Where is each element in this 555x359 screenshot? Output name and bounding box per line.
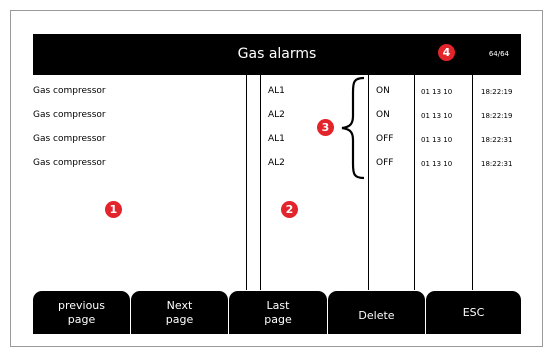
column-divider	[414, 75, 415, 290]
callout-badge: 1	[105, 201, 122, 218]
last-page-label: Last page	[264, 298, 292, 326]
esc-label: ESC	[462, 305, 485, 319]
alarm-name: Gas compressor	[33, 158, 106, 168]
delete-label: Delete	[358, 308, 395, 322]
alarm-name: Gas compressor	[33, 134, 106, 144]
column-divider	[368, 75, 369, 290]
alarm-state: ON	[376, 86, 390, 96]
alarm-date: 01 13 10	[421, 160, 453, 168]
alarm-time: 18:22:19	[481, 88, 513, 96]
column-divider	[246, 75, 247, 290]
delete-button[interactable]: Delete	[328, 291, 425, 334]
previous-page-button[interactable]: previous page	[33, 291, 130, 334]
alarm-date: 01 13 10	[421, 136, 453, 144]
alarm-name: Gas compressor	[33, 110, 106, 120]
alarm-time: 18:22:31	[481, 136, 513, 144]
previous-page-label: previous page	[57, 298, 106, 326]
alarm-date: 01 13 10	[421, 88, 453, 96]
column-divider	[260, 75, 261, 290]
last-page-button[interactable]: Last page	[229, 291, 327, 334]
page-counter: 64/64	[488, 50, 509, 58]
callout-badge: 4	[438, 44, 455, 61]
callout-badge: 3	[317, 119, 334, 136]
next-page-label: Next page	[165, 298, 194, 326]
esc-button[interactable]: ESC	[426, 291, 521, 334]
alarm-date: 01 13 10	[421, 112, 453, 120]
alarm-code: AL1	[268, 134, 285, 144]
alarm-code: AL1	[268, 86, 285, 96]
column-divider	[472, 75, 473, 290]
alarm-time: 18:22:31	[481, 160, 513, 168]
next-page-button[interactable]: Next page	[131, 291, 228, 334]
alarm-state: OFF	[376, 134, 394, 144]
alarm-name: Gas compressor	[33, 86, 106, 96]
alarm-code: AL2	[268, 110, 285, 120]
alarm-time: 18:22:19	[481, 112, 513, 120]
alarm-code: AL2	[268, 158, 285, 168]
alarm-state: OFF	[376, 158, 394, 168]
alarm-state: ON	[376, 110, 390, 120]
callout-badge: 2	[281, 201, 298, 218]
curly-brace-icon	[341, 76, 365, 180]
